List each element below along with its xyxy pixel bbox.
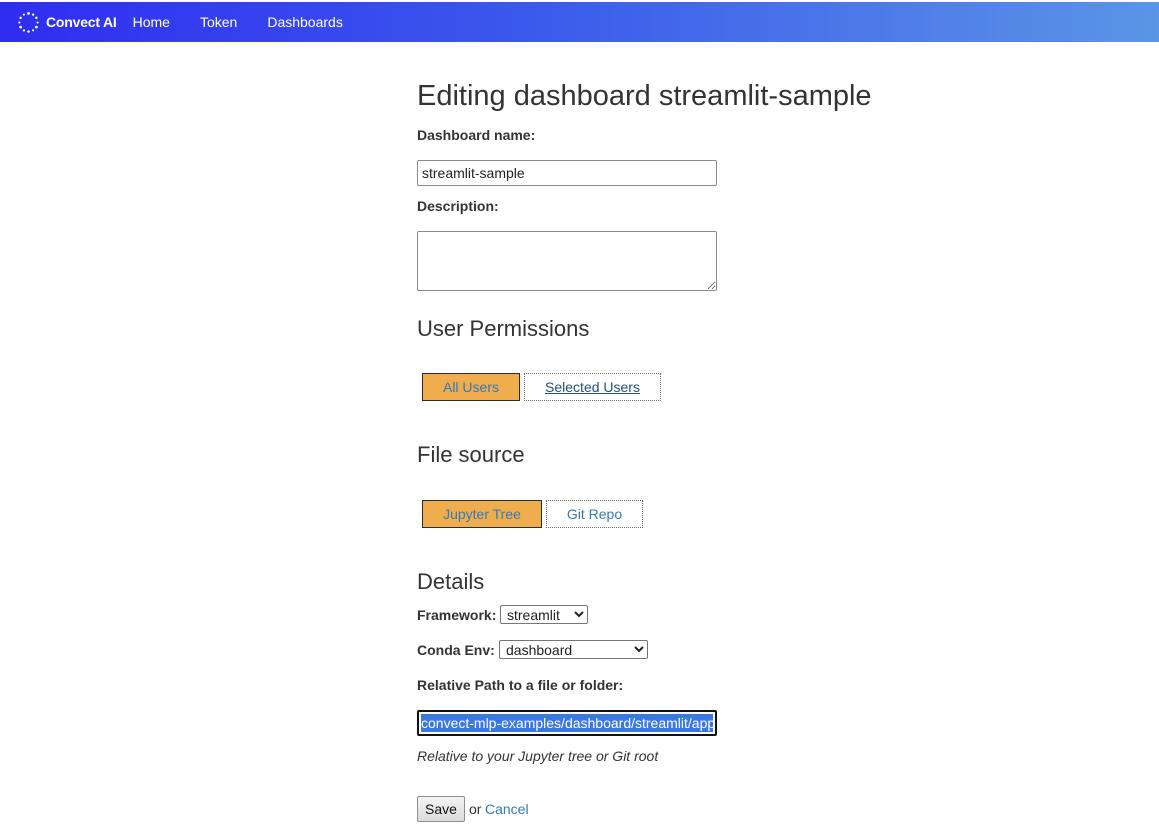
tab-git-repo-label: Git Repo (566, 506, 623, 522)
dashboard-name-input[interactable] (417, 160, 717, 186)
relative-path-value: convect-mlp-examples/dashboard/streamlit… (421, 714, 717, 732)
description-textarea[interactable] (417, 231, 717, 291)
save-button[interactable]: Save (417, 796, 465, 822)
relative-path-input[interactable]: convect-mlp-examples/dashboard/streamlit… (417, 710, 717, 736)
tab-all-users[interactable]: All Users (422, 373, 520, 401)
tab-git-repo[interactable]: Git Repo (546, 500, 643, 528)
framework-select[interactable]: streamlit (500, 605, 588, 624)
brand-name: Convect AI (46, 14, 117, 30)
tab-selected-users-label: Selected Users (545, 379, 640, 395)
framework-label: Framework: (417, 607, 497, 623)
tab-jupyter-tree-label: Jupyter Tree (443, 506, 521, 522)
user-permissions-heading: User Permissions (417, 316, 590, 341)
description-label: Description: (417, 198, 499, 214)
nav-link-token[interactable]: Token (200, 14, 237, 30)
navbar: Convect AI Home Token Dashboards (0, 2, 1159, 42)
details-heading: Details (417, 569, 485, 594)
tab-all-users-label: All Users (442, 379, 499, 395)
nav-link-dashboards[interactable]: Dashboards (267, 14, 343, 30)
tab-jupyter-tree[interactable]: Jupyter Tree (422, 500, 542, 528)
relative-path-hint: Relative to your Jupyter tree or Git roo… (417, 748, 659, 764)
relative-path-label: Relative Path to a file or folder: (417, 677, 624, 693)
dashboard-name-label: Dashboard name: (417, 127, 536, 143)
nav-link-home[interactable]: Home (133, 14, 170, 30)
or-text: or (469, 801, 482, 817)
page-title: Editing dashboard streamlit-sample (417, 80, 872, 112)
convect-logo-icon (18, 11, 39, 33)
conda-env-label: Conda Env: (417, 642, 495, 658)
brand[interactable]: Convect AI (17, 11, 117, 34)
cancel-link[interactable]: Cancel (485, 801, 529, 817)
file-source-heading: File source (417, 442, 525, 467)
conda-env-select[interactable]: dashboard (499, 640, 648, 659)
tab-selected-users[interactable]: Selected Users (524, 373, 661, 401)
